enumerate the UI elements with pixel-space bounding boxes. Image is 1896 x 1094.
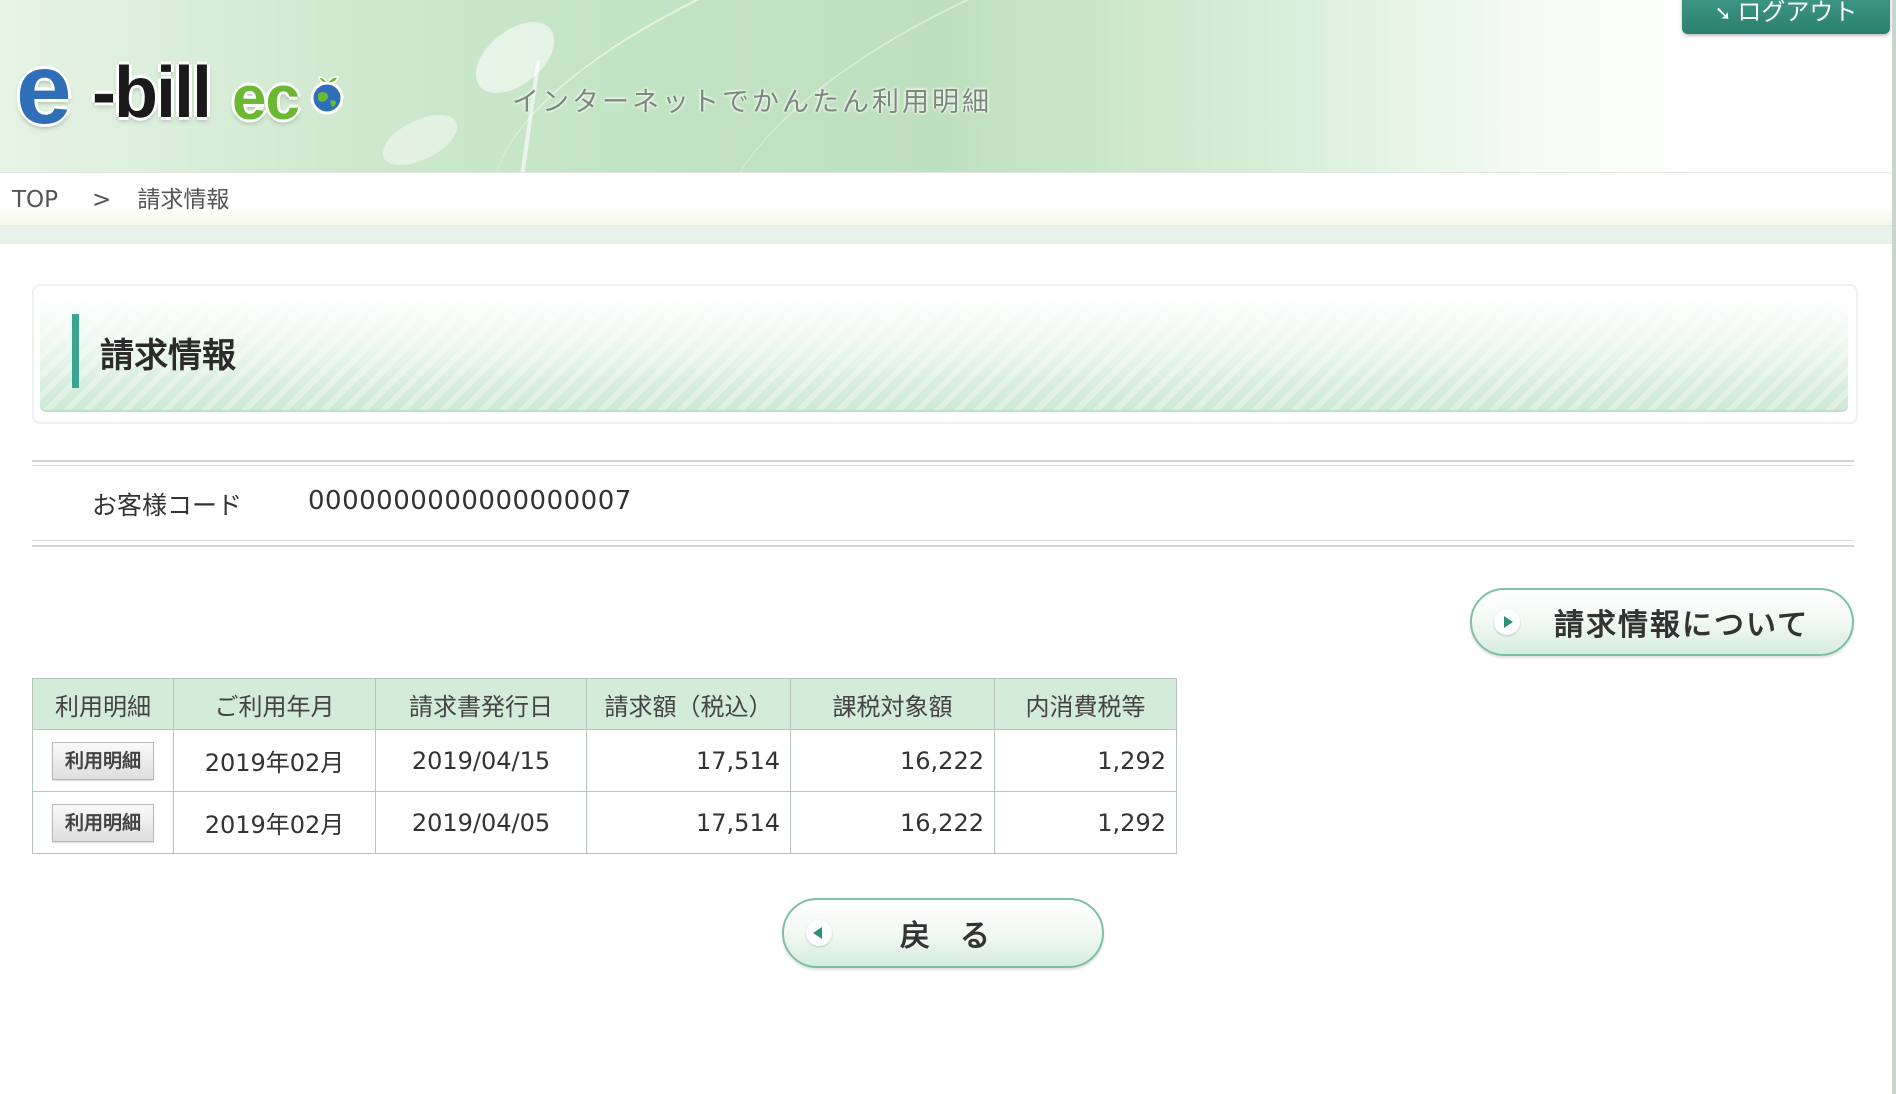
logout-label: ログアウト — [1737, 0, 1858, 26]
usage-month-cell: 2019年02月 — [173, 791, 376, 854]
table-header-row: 利用明細 ご利用年月 請求書発行日 請求額（税込） 課税対象額 内消費税等 — [32, 678, 1177, 730]
play-left-icon — [806, 920, 832, 946]
usage-detail-button[interactable]: 利用明細 — [52, 803, 154, 842]
title-accent-bar — [72, 314, 79, 388]
billing-table: 利用明細 ご利用年月 請求書発行日 請求額（税込） 課税対象額 内消費税等 利用… — [32, 678, 1177, 854]
column-header: ご利用年月 — [173, 678, 376, 730]
divider — [32, 540, 1854, 541]
table-row: 利用明細 2019年02月 2019/04/15 17,514 16,222 1… — [32, 729, 1177, 792]
taxable-amount-cell: 16,222 — [790, 791, 995, 854]
column-header: 課税対象額 — [790, 678, 995, 730]
amount-cell: 17,514 — [586, 729, 791, 792]
column-header: 請求額（税込） — [586, 678, 791, 730]
ebill-eco-logo[interactable]: e -bill ec — [16, 39, 346, 139]
table-row: 利用明細 2019年02月 2019/04/05 17,514 16,222 1… — [32, 791, 1177, 854]
window-edge — [1892, 0, 1896, 1094]
tax-cell: 1,292 — [994, 729, 1177, 792]
usage-detail-button[interactable]: 利用明細 — [52, 741, 154, 780]
tagline: インターネットでかんたん利用明細 — [512, 87, 992, 118]
back-label: 戻る — [900, 919, 1020, 954]
globe-icon — [310, 76, 344, 115]
issue-date-cell: 2019/04/15 — [375, 729, 587, 792]
tax-cell: 1,292 — [994, 791, 1177, 854]
detail-cell: 利用明細 — [32, 729, 174, 792]
column-header: 利用明細 — [32, 678, 174, 730]
breadcrumb-separator: > — [92, 187, 112, 213]
column-header: 内消費税等 — [994, 678, 1177, 730]
divider — [32, 545, 1854, 547]
page-title: 請求情報 — [100, 336, 236, 376]
taxable-amount-cell: 16,222 — [790, 729, 995, 792]
amount-cell: 17,514 — [586, 791, 791, 854]
logo-eco: ec — [232, 64, 300, 133]
customer-code-value: 0000000000000000007 — [308, 486, 632, 516]
page-title-banner — [40, 294, 1848, 412]
logout-arrow-icon: ➘ — [1714, 1, 1732, 25]
breadcrumb-bar — [0, 173, 1892, 227]
column-header: 請求書発行日 — [375, 678, 587, 730]
logo-bill: -bill — [92, 53, 212, 133]
customer-code-label: お客様コード — [92, 491, 243, 520]
leaf-decoration — [375, 107, 465, 172]
usage-month-cell: 2019年02月 — [173, 729, 376, 792]
logout-button[interactable]: ➘ ログアウト — [1682, 0, 1890, 34]
about-billing-label: 請求情報について — [1554, 608, 1810, 643]
about-billing-button[interactable]: 請求情報について — [1470, 588, 1854, 656]
divider — [32, 465, 1854, 466]
breadcrumb: TOP > 請求情報 — [12, 180, 229, 214]
issue-date-cell: 2019/04/05 — [375, 791, 587, 854]
back-button[interactable]: 戻る — [782, 898, 1104, 968]
breadcrumb-top-link[interactable]: TOP — [12, 187, 58, 213]
play-right-icon — [1494, 609, 1520, 635]
divider — [32, 460, 1854, 462]
breadcrumb-current: 請求情報 — [137, 187, 230, 213]
detail-cell: 利用明細 — [32, 791, 174, 854]
subheader-band — [0, 226, 1892, 244]
